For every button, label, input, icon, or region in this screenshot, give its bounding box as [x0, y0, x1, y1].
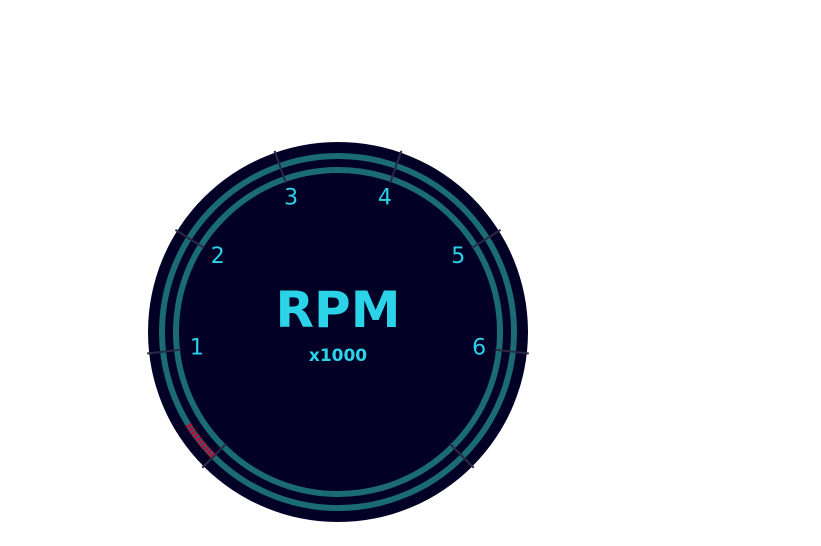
rpm-gauge: 1 2 3 4 5 6 RPM x1000 — [0, 0, 821, 546]
gauge-scale-label: 1 — [190, 335, 204, 360]
gauge-scale-label: 4 — [378, 185, 392, 210]
gauge-scale-label: 6 — [472, 335, 486, 360]
rpm-gauge-svg: 1 2 3 4 5 6 RPM x1000 — [147, 142, 529, 522]
gauge-title: RPM — [276, 281, 401, 339]
gauge-scale-label: 3 — [284, 185, 298, 210]
gauge-scale-label: 5 — [451, 244, 465, 269]
gauge-scale-label: 2 — [211, 244, 225, 269]
gauge-multiplier: x1000 — [309, 346, 367, 366]
